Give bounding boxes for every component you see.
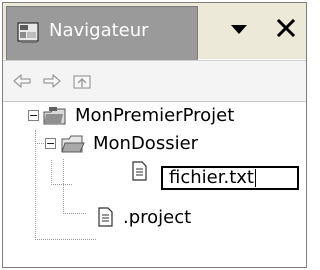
view-menu-icon[interactable]	[228, 18, 250, 40]
rename-input-value: fichier.txt	[169, 167, 254, 188]
expand-toggle[interactable]: −	[28, 110, 39, 121]
expand-toggle[interactable]: −	[45, 138, 56, 149]
navigator-icon	[17, 22, 39, 43]
view-toolbar	[3, 60, 306, 102]
file-icon	[132, 161, 147, 181]
forward-icon[interactable]	[41, 70, 63, 92]
view-titlebar: Navigateur	[3, 3, 306, 62]
tree-item-label: .project	[123, 207, 192, 228]
tree-item-project[interactable]: − MonPremierProjet	[3, 102, 303, 130]
up-folder-icon[interactable]	[71, 70, 93, 92]
tab-navigateur[interactable]: Navigateur	[6, 6, 198, 62]
tree-item-dotproject[interactable]: .project	[3, 204, 303, 232]
close-icon[interactable]	[274, 16, 298, 40]
view-title: Navigateur	[49, 20, 149, 41]
tree-item-folder[interactable]: − MonDossier	[3, 130, 303, 158]
folder-icon	[61, 135, 85, 153]
navigator-view: Navigateur − MonPremierProjet − MonDossi…	[2, 2, 307, 268]
text-caret	[254, 169, 256, 187]
project-folder-icon	[43, 107, 66, 125]
tree-item-label: MonDossier	[93, 133, 199, 154]
rename-input[interactable]: fichier.txt	[161, 166, 299, 190]
file-icon	[98, 207, 113, 227]
tree-item-label: MonPremierProjet	[75, 105, 235, 126]
back-icon[interactable]	[11, 70, 33, 92]
